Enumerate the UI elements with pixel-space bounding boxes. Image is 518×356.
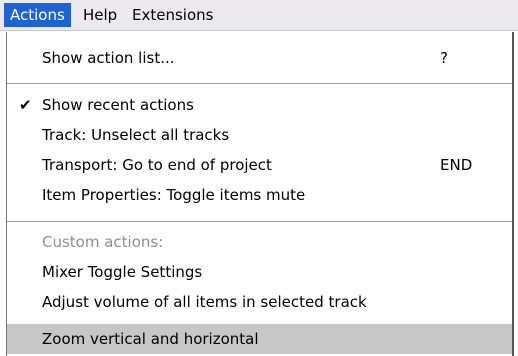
menu-item-label: Track: Unselect all tracks	[42, 126, 230, 144]
menu-item-show-action-list[interactable]: Show action list... ?	[7, 43, 512, 73]
menu-item-label: Adjust volume of all items in selected t…	[42, 293, 367, 311]
menu-item-recent-action[interactable]: Track: Unselect all tracks	[7, 120, 512, 150]
menu-item-shortcut: END	[440, 156, 473, 174]
menubar: Actions Help Extensions	[0, 0, 518, 31]
menu-item-custom-action[interactable]: Mixer Toggle Settings	[7, 257, 512, 287]
menu-item-label: Item Properties: Toggle items mute	[42, 186, 306, 204]
menu-item-label: Mixer Toggle Settings	[42, 263, 203, 281]
menu-item-label: Show action list...	[42, 49, 175, 67]
menu-separator	[7, 221, 512, 222]
menu-item-recent-action[interactable]: Transport: Go to end of project END	[7, 150, 512, 180]
menu-item-label: Zoom vertical and horizontal	[42, 330, 259, 348]
actions-dropdown-menu: Show action list... ? ✔ Show recent acti…	[6, 32, 514, 356]
menu-item-custom-action-highlighted[interactable]: Zoom vertical and horizontal	[7, 324, 512, 354]
menu-item-recent-action[interactable]: Item Properties: Toggle items mute	[7, 180, 512, 210]
menubar-help[interactable]: Help	[77, 3, 123, 27]
menu-item-custom-action[interactable]: Adjust volume of all items in selected t…	[7, 287, 512, 317]
menu-item-shortcut: ?	[440, 49, 448, 67]
menubar-extensions[interactable]: Extensions	[126, 3, 219, 27]
menu-header-custom-actions: Custom actions:	[7, 227, 512, 257]
menu-item-label: Show recent actions	[42, 96, 194, 114]
menu-item-label: Transport: Go to end of project	[42, 156, 272, 174]
checkmark-icon: ✔	[19, 96, 32, 114]
menu-item-show-recent-actions[interactable]: ✔ Show recent actions	[7, 90, 512, 120]
menu-separator	[7, 83, 512, 84]
menubar-actions[interactable]: Actions	[4, 3, 71, 27]
menu-header-label: Custom actions:	[42, 233, 164, 251]
